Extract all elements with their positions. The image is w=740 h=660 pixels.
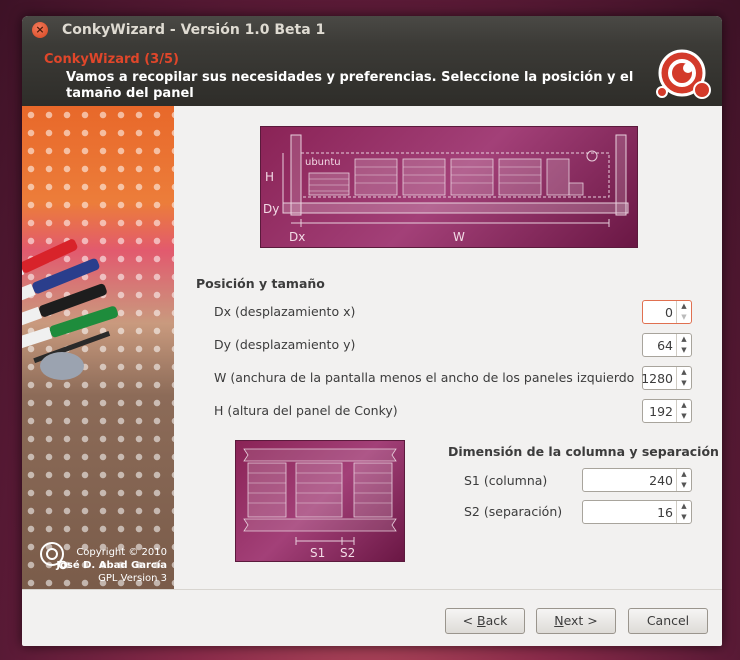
cancel-button[interactable]: Cancel	[628, 608, 708, 634]
wizard-header: ConkyWizard (3/5) Vamos a recopilar sus …	[22, 44, 722, 106]
step-title: ConkyWizard (3/5)	[44, 52, 179, 67]
content-area: ubuntu H Dy Dx W Posición y tamaño Dx (d…	[174, 106, 722, 589]
spin-up-icon[interactable]: ▲	[677, 367, 691, 378]
preview-label-w: W	[453, 230, 465, 244]
h-label: H (altura del panel de Conky)	[214, 403, 398, 418]
spin-up-icon[interactable]: ▲	[677, 501, 691, 512]
wizard-window: × ConkyWizard - Versión 1.0 Beta 1 Conky…	[22, 16, 722, 646]
copyright-line: Copyright © 2010	[76, 547, 167, 558]
next-button[interactable]: Next >	[536, 608, 616, 634]
step-description: Vamos a recopilar sus necesidades y pref…	[66, 70, 634, 101]
back-prefix: <	[462, 613, 478, 628]
spin-up-icon[interactable]: ▲	[677, 469, 691, 480]
window-title: ConkyWizard - Versión 1.0 Beta 1	[62, 22, 326, 38]
s2-value: 16	[657, 505, 673, 520]
preview-label-dy: Dy	[263, 202, 279, 216]
column-section-title: Dimensión de la columna y separación	[448, 444, 719, 459]
s2-label: S2 (separación)	[464, 504, 563, 519]
spin-up-icon[interactable]: ▲	[677, 400, 691, 411]
h-spinbox[interactable]: 192 ▲ ▼	[642, 399, 692, 423]
spin-down-icon[interactable]: ▼	[677, 512, 691, 523]
w-label: W (anchura de la pantalla menos el ancho…	[214, 370, 636, 385]
preview-label-s2: S2	[340, 546, 355, 560]
conky-logo-icon	[656, 49, 711, 99]
s1-label: S1 (columna)	[464, 473, 548, 488]
next-mnemonic: N	[554, 613, 564, 628]
ubuntu-brand-label: ubuntu	[305, 157, 341, 168]
dx-label: Dx (desplazamiento x)	[214, 304, 356, 319]
next-label: ext >	[563, 613, 598, 628]
s1-value: 240	[649, 473, 673, 488]
dy-label: Dy (desplazamiento y)	[214, 337, 356, 352]
preview-label-s1: S1	[310, 546, 325, 560]
side-image-panel: Copyright © 2010 José D. Abad García GPL…	[22, 106, 174, 589]
copyright-block: Copyright © 2010 José D. Abad García GPL…	[42, 546, 167, 585]
back-label: ack	[485, 613, 508, 628]
close-icon[interactable]: ×	[32, 22, 48, 38]
preview-label-h: H	[265, 170, 274, 184]
spin-up-icon[interactable]: ▲	[677, 334, 691, 345]
dx-value: 0	[665, 305, 673, 320]
spin-down-icon[interactable]: ▼	[677, 411, 691, 422]
spin-down-icon[interactable]: ▼	[677, 378, 691, 389]
dx-spinbox[interactable]: 0 ▲ ▼	[642, 300, 692, 324]
title-bar[interactable]: × ConkyWizard - Versión 1.0 Beta 1	[22, 16, 722, 44]
position-section-title: Posición y tamaño	[196, 276, 325, 291]
preview-label-dx: Dx	[289, 230, 305, 244]
dy-value: 64	[657, 338, 673, 353]
panel-position-preview: ubuntu H Dy Dx W	[260, 126, 638, 248]
markers-icon	[22, 239, 118, 380]
spin-up-icon[interactable]: ▲	[677, 301, 691, 312]
s2-spinbox[interactable]: 16 ▲ ▼	[582, 500, 692, 524]
spin-down-icon[interactable]: ▼	[677, 480, 691, 491]
spin-down-icon[interactable]: ▼	[677, 312, 691, 323]
w-value: 1280	[641, 371, 673, 386]
h-value: 192	[649, 404, 673, 419]
button-bar: < Back Next > Cancel	[22, 589, 722, 646]
author-line: José D. Abad García	[56, 560, 167, 571]
license-line: GPL Version 3	[98, 573, 167, 584]
w-spinbox[interactable]: 1280 ▲ ▼	[641, 366, 692, 390]
spin-down-icon[interactable]: ▼	[677, 345, 691, 356]
dy-spinbox[interactable]: 64 ▲ ▼	[642, 333, 692, 357]
column-spacing-preview: S1 S2	[235, 440, 405, 562]
back-mnemonic: B	[477, 613, 486, 628]
back-button[interactable]: < Back	[445, 608, 525, 634]
s1-spinbox[interactable]: 240 ▲ ▼	[582, 468, 692, 492]
